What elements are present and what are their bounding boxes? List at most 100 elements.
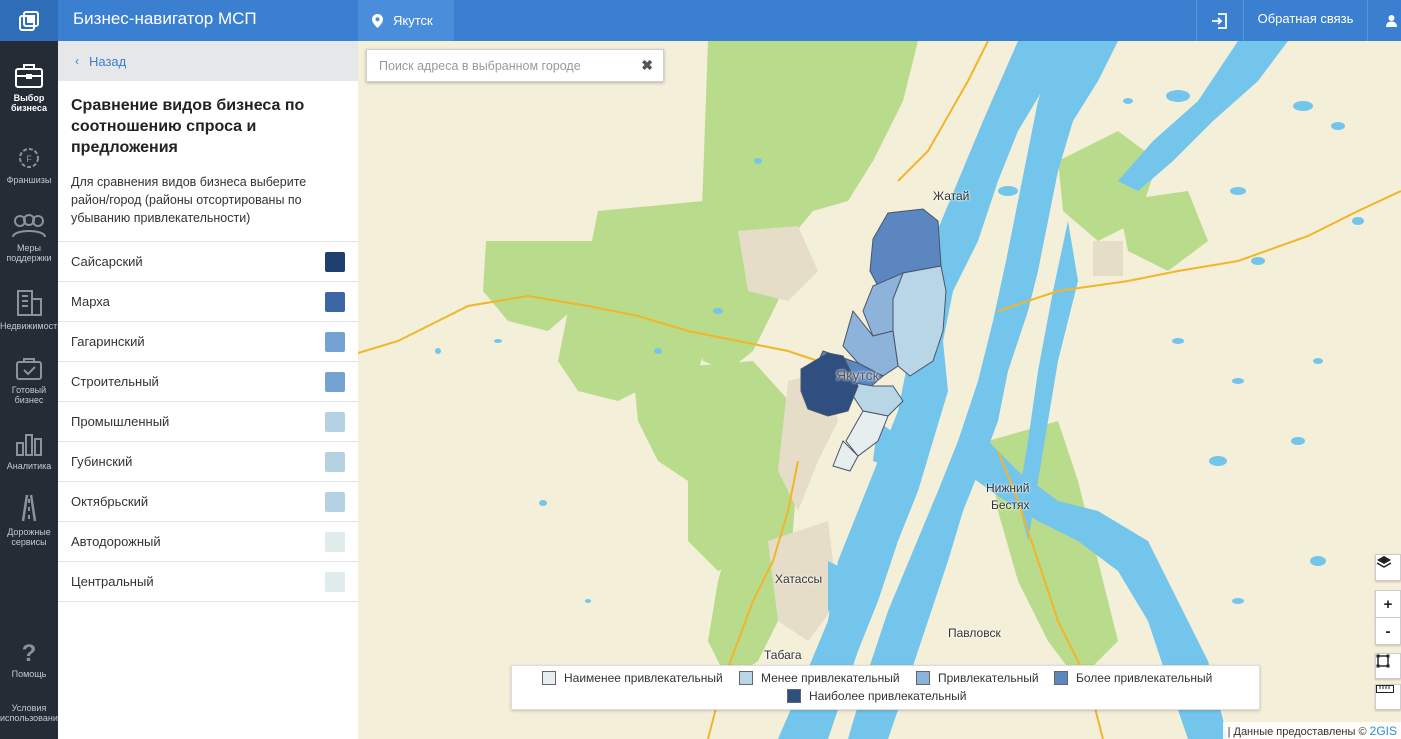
app-logo-icon bbox=[19, 10, 39, 31]
legend-swatch bbox=[787, 689, 801, 703]
area-select-icon bbox=[1376, 654, 1390, 668]
place-label-zhatai: Жатай bbox=[933, 189, 970, 203]
rail-item-support[interactable]: Меры поддержки bbox=[0, 213, 58, 263]
user-icon bbox=[1386, 14, 1397, 27]
rail-label: использования bbox=[0, 713, 58, 723]
legend-swatch bbox=[542, 671, 556, 685]
legend-item: Более привлекательный bbox=[1054, 671, 1212, 685]
ruler-button[interactable] bbox=[1375, 684, 1401, 710]
district-row[interactable]: Октябрьский bbox=[58, 482, 358, 522]
top-bar: Бизнес-навигатор МСП Якутск Обратная свя… bbox=[0, 0, 1401, 41]
rail-item-road-services[interactable]: Дорожные сервисы bbox=[0, 493, 58, 547]
map-canvas[interactable] bbox=[358, 41, 1401, 739]
district-color-swatch bbox=[325, 411, 345, 432]
feedback-button[interactable]: Обратная связь bbox=[1243, 0, 1368, 41]
rail-item-analytics[interactable]: Аналитика bbox=[0, 429, 58, 471]
back-label: Назад bbox=[89, 53, 127, 69]
zoom-in-button[interactable]: + bbox=[1375, 590, 1401, 618]
area-select-button[interactable] bbox=[1375, 653, 1401, 679]
district-color-swatch bbox=[325, 531, 345, 552]
app-title[interactable]: Бизнес-навигатор МСП bbox=[73, 0, 257, 41]
back-button[interactable]: ‹ Назад bbox=[58, 41, 358, 81]
rail-label: бизнес bbox=[14, 395, 44, 405]
district-row[interactable]: Сайсарский bbox=[58, 242, 358, 282]
panel-title: Сравнение видов бизнеса по соотношению с… bbox=[71, 97, 305, 156]
zoom-out-button[interactable]: - bbox=[1375, 617, 1401, 645]
chevron-left-icon: ‹ bbox=[75, 54, 79, 68]
svg-text:?: ? bbox=[22, 640, 37, 665]
address-search-input[interactable] bbox=[367, 50, 637, 81]
map-attribution: | Данные предоставлены © 2GIS bbox=[1222, 722, 1401, 739]
rail-label: Франшизы bbox=[6, 175, 52, 185]
user-profile-button[interactable] bbox=[1368, 0, 1401, 41]
district-color-swatch bbox=[325, 291, 345, 312]
district-color-swatch bbox=[325, 451, 345, 472]
left-nav-rail: Выбор бизнеса F Франшизы Меры поддержки … bbox=[0, 41, 58, 739]
legend-swatch bbox=[739, 671, 753, 685]
district-name: Губинский bbox=[71, 454, 133, 469]
legend-label: Менее привлекательный bbox=[761, 671, 900, 685]
map-view[interactable]: Жатай Якутск Нижний Бестях Хатассы Павло… bbox=[358, 41, 1401, 739]
rail-item-terms[interactable]: Условия использования bbox=[0, 703, 58, 723]
rail-label: Условия bbox=[11, 703, 47, 713]
district-name: Автодорожный bbox=[71, 534, 161, 549]
legend-label: Наиболее привлекательный bbox=[809, 689, 967, 703]
logout-icon bbox=[1212, 12, 1227, 29]
logout-button[interactable] bbox=[1196, 0, 1243, 41]
rail-item-real-estate[interactable]: Недвижимость bbox=[0, 287, 58, 331]
place-label-yakutsk: Якутск bbox=[836, 367, 879, 383]
district-color-swatch bbox=[325, 371, 345, 392]
district-name: Промышленный bbox=[71, 414, 170, 429]
district-row[interactable]: Губинский bbox=[58, 442, 358, 482]
district-row[interactable]: Гагаринский bbox=[58, 322, 358, 362]
district-name: Строительный bbox=[71, 374, 159, 389]
place-label-pavlovsk: Павловск bbox=[948, 626, 1001, 640]
district-row[interactable]: Марха bbox=[58, 282, 358, 322]
franchise-gear-icon: F bbox=[19, 148, 39, 168]
legend-swatch bbox=[916, 671, 930, 685]
attribution-brand-link[interactable]: 2GIS bbox=[1370, 724, 1397, 738]
rail-item-business-choice[interactable]: Выбор бизнеса bbox=[0, 63, 58, 113]
building-icon bbox=[17, 290, 42, 316]
district-color-swatch bbox=[325, 491, 345, 512]
analytics-chart-icon bbox=[16, 434, 42, 456]
app-logo-button[interactable] bbox=[0, 0, 58, 41]
rail-label: Меры bbox=[16, 243, 42, 253]
road-icon bbox=[21, 494, 37, 522]
briefcase-icon bbox=[15, 64, 43, 88]
district-name: Сайсарский bbox=[71, 254, 143, 269]
district-row[interactable]: Центральный bbox=[58, 562, 358, 602]
district-name: Марха bbox=[71, 294, 110, 309]
place-label-nizhny-bestyakh-line2: Бестях bbox=[991, 498, 1030, 512]
place-label-tabaga: Табага bbox=[764, 648, 802, 662]
district-name: Гагаринский bbox=[71, 334, 145, 349]
district-color-swatch bbox=[325, 571, 345, 592]
ready-business-icon bbox=[16, 358, 42, 380]
legend-item: Привлекательный bbox=[916, 671, 1039, 685]
district-color-swatch bbox=[325, 251, 345, 272]
side-panel: ‹ Назад Сравнение видов бизнеса по соотн… bbox=[58, 41, 358, 739]
layers-button[interactable] bbox=[1375, 554, 1401, 581]
layers-icon bbox=[1376, 556, 1392, 568]
rail-label: бизнеса bbox=[10, 103, 47, 113]
legend-swatch bbox=[1054, 671, 1068, 685]
rail-item-ready-business[interactable]: Готовый бизнес bbox=[0, 357, 58, 405]
district-name: Октябрьский bbox=[71, 494, 149, 509]
district-color-swatch bbox=[325, 331, 345, 352]
help-icon: ? bbox=[22, 640, 37, 665]
rail-label: сервисы bbox=[11, 537, 47, 547]
district-row[interactable]: Промышленный bbox=[58, 402, 358, 442]
district-row[interactable]: Строительный bbox=[58, 362, 358, 402]
rail-label: Аналитика bbox=[6, 461, 52, 471]
rail-item-help[interactable]: ? Помощь bbox=[0, 639, 58, 679]
city-selector-button[interactable]: Якутск bbox=[358, 0, 454, 41]
panel-description: Для сравнения видов бизнеса выберите рай… bbox=[71, 175, 307, 225]
rail-label: поддержки bbox=[6, 253, 52, 263]
close-icon[interactable]: ✖ bbox=[641, 57, 653, 74]
ruler-icon bbox=[1376, 685, 1394, 693]
rail-item-franchises[interactable]: F Франшизы bbox=[0, 145, 58, 185]
legend-item: Наименее привлекательный bbox=[542, 671, 723, 685]
map-pin-icon bbox=[372, 13, 383, 28]
district-row[interactable]: Автодорожный bbox=[58, 522, 358, 562]
rail-label: Выбор bbox=[13, 93, 45, 103]
